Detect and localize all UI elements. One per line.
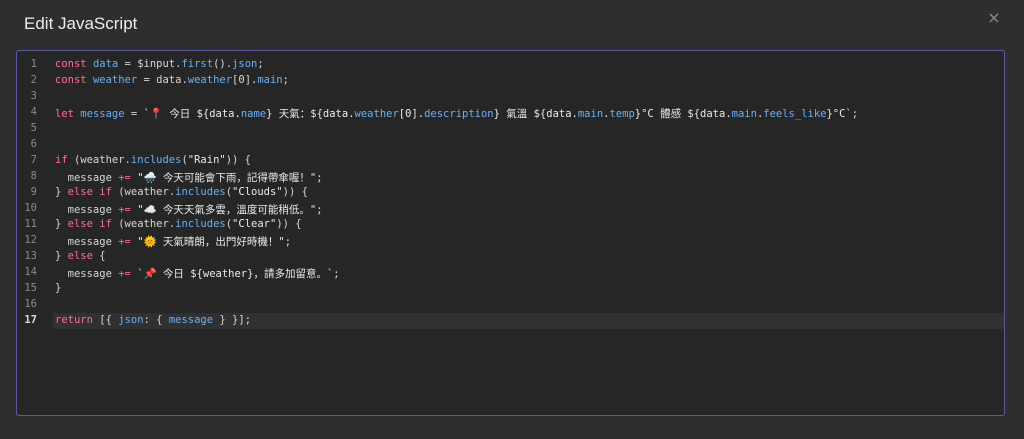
- line-number: 17: [24, 314, 37, 326]
- code-line[interactable]: message += "🌞 天氣晴朗，出門好時機！";: [55, 234, 291, 249]
- line-number: 14: [24, 266, 37, 278]
- line-number: 9: [30, 186, 37, 198]
- close-icon[interactable]: ×: [986, 10, 1002, 26]
- line-number: 16: [24, 298, 37, 310]
- line-number: 1: [30, 58, 37, 70]
- code-line[interactable]: const data = $input.first().json;: [55, 58, 264, 70]
- code-line[interactable]: } else {: [55, 250, 106, 262]
- code-line[interactable]: message += `📌 今日 ${weather}，請多加留意。`;: [55, 266, 340, 281]
- line-number: 3: [30, 90, 37, 102]
- code-line[interactable]: } else if (weather.includes("Clouds")) {: [55, 186, 308, 198]
- code-line[interactable]: message += "🌧️ 今天可能會下雨，記得帶傘喔！";: [55, 170, 323, 185]
- dialog-title: Edit JavaScript: [24, 14, 138, 33]
- line-number: 2: [30, 74, 37, 86]
- code-editor[interactable]: 1 const data = $input.first().json; 2 const…: [16, 50, 1005, 416]
- line-number: 6: [30, 138, 37, 150]
- line-number: 7: [30, 154, 37, 166]
- code-line[interactable]: let message = `📍 今日 ${data.name} 天氣：${da…: [55, 106, 858, 121]
- line-number: 11: [24, 218, 37, 230]
- code-line[interactable]: if (weather.includes("Rain")) {: [55, 154, 251, 166]
- code-line[interactable]: message += "☁️ 今天天氣多雲，溫度可能稍低。";: [55, 202, 323, 217]
- code-line[interactable]: return [{ json: { message } }];: [55, 314, 251, 326]
- edit-javascript-dialog: Edit JavaScript × 1 const data = $input.f…: [0, 0, 1024, 439]
- line-number: 15: [24, 282, 37, 294]
- line-number: 12: [24, 234, 37, 246]
- line-number: 10: [24, 202, 37, 214]
- line-number: 8: [30, 170, 37, 182]
- code-line[interactable]: }: [55, 282, 61, 294]
- line-number: 13: [24, 250, 37, 262]
- code-line[interactable]: } else if (weather.includes("Clear")) {: [55, 218, 302, 230]
- line-number: 4: [30, 106, 37, 118]
- code-line[interactable]: const weather = data.weather[0].main;: [55, 74, 289, 86]
- line-number: 5: [30, 122, 37, 134]
